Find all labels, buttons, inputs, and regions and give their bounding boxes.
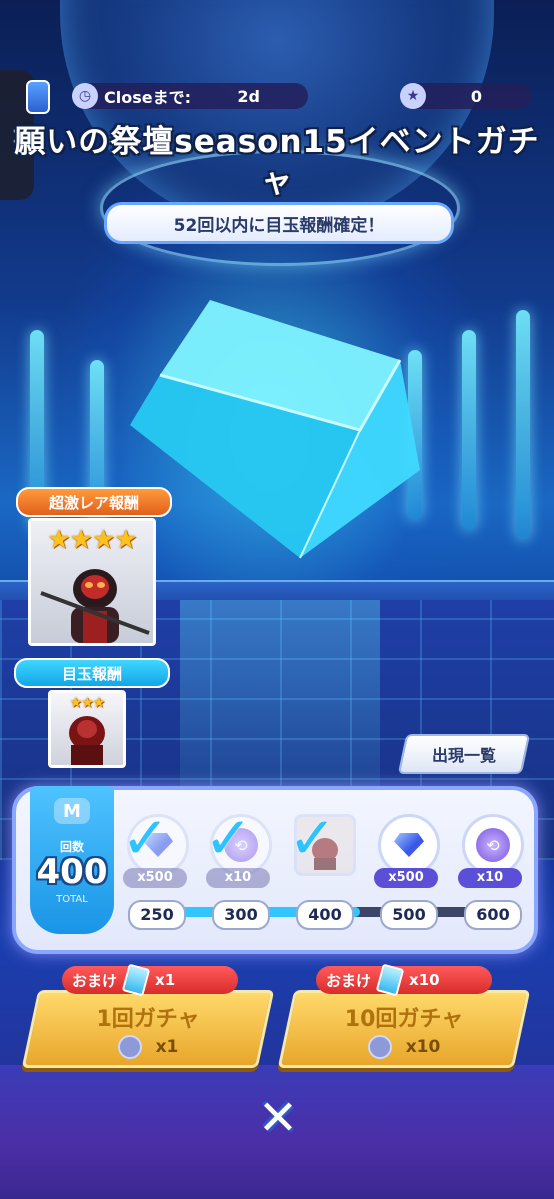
main-reward-label: 目玉報酬 <box>14 658 170 688</box>
main-reward-card[interactable]: ★★★ <box>48 690 126 768</box>
milestone-count: 500 <box>380 900 438 930</box>
bonus-count: x10 <box>409 971 440 989</box>
guarantee-banner: 52回以内に目玉報酬確定！ <box>104 202 454 244</box>
ticket-icon <box>121 963 151 997</box>
character-portrait <box>40 569 150 643</box>
medal-icon: ⟲ <box>462 814 524 876</box>
single-bonus-badge: おまけ x1 <box>62 963 238 997</box>
count-total-label: TOTAL <box>56 894 88 905</box>
character-portrait <box>69 716 105 765</box>
timer-value: 2d <box>237 86 260 106</box>
gem-icon <box>378 814 440 876</box>
milestone-qty: x500 <box>374 868 438 888</box>
milestone-count: 250 <box>128 900 186 930</box>
close-timer: ◷ Closeまで: 2d <box>72 83 308 109</box>
coin-icon <box>117 1035 142 1059</box>
super-rare-reward-card[interactable]: ★★★★ <box>28 518 156 646</box>
bonus-label: おまけ <box>72 971 118 990</box>
appearance-list-button[interactable]: 出現一覧 <box>397 734 531 774</box>
clock-icon: ◷ <box>72 83 98 109</box>
pillar <box>462 330 476 530</box>
crystal-cube <box>130 300 420 559</box>
coin-icon <box>367 1035 392 1059</box>
guarantee-text: 52回以内に目玉報酬確定！ <box>173 215 385 236</box>
appearance-list-label: 出現一覧 <box>431 746 496 765</box>
single-gacha-button[interactable]: 1回ガチャ x1 <box>21 990 275 1068</box>
check-icon: ✓ <box>121 804 170 872</box>
milestone-qty: x10 <box>458 868 522 888</box>
close-icon[interactable]: ✕ <box>256 1094 300 1142</box>
single-gacha-cost: x1 <box>117 1035 179 1059</box>
multi-bonus-badge: おまけ x10 <box>316 963 492 997</box>
bonus-label: おまけ <box>326 971 372 990</box>
coin-balance: ★ 0 <box>400 83 532 109</box>
coin-value: 0 <box>470 86 482 106</box>
count-value: 400 <box>36 852 108 892</box>
milestone-count: 600 <box>464 900 522 930</box>
check-icon: ✓ <box>288 804 337 872</box>
ticket-icon <box>375 963 405 997</box>
milestone-count: 400 <box>296 900 354 930</box>
pillar <box>516 310 530 540</box>
m-logo-icon: M <box>54 798 90 824</box>
single-gacha-cost-value: x1 <box>155 1037 179 1057</box>
check-icon: ✓ <box>204 804 253 872</box>
multi-gacha-label: 10回ガチャ <box>344 1007 464 1032</box>
multi-gacha-button[interactable]: 10回ガチャ x10 <box>277 990 531 1068</box>
gacha-title: 願いの祭壇season15イベントガチャ <box>14 124 540 200</box>
milestone-count: 300 <box>212 900 270 930</box>
multi-gacha-cost-value: x10 <box>405 1037 441 1057</box>
multi-gacha-cost: x10 <box>367 1035 441 1059</box>
single-gacha-label: 1回ガチャ <box>96 1007 200 1032</box>
super-rare-reward-label: 超激レア報酬 <box>16 487 172 517</box>
bonus-count: x1 <box>155 971 176 989</box>
info-button[interactable] <box>26 80 50 114</box>
star-coin-icon: ★ <box>400 83 426 109</box>
timer-label: Closeまで: <box>104 88 191 107</box>
